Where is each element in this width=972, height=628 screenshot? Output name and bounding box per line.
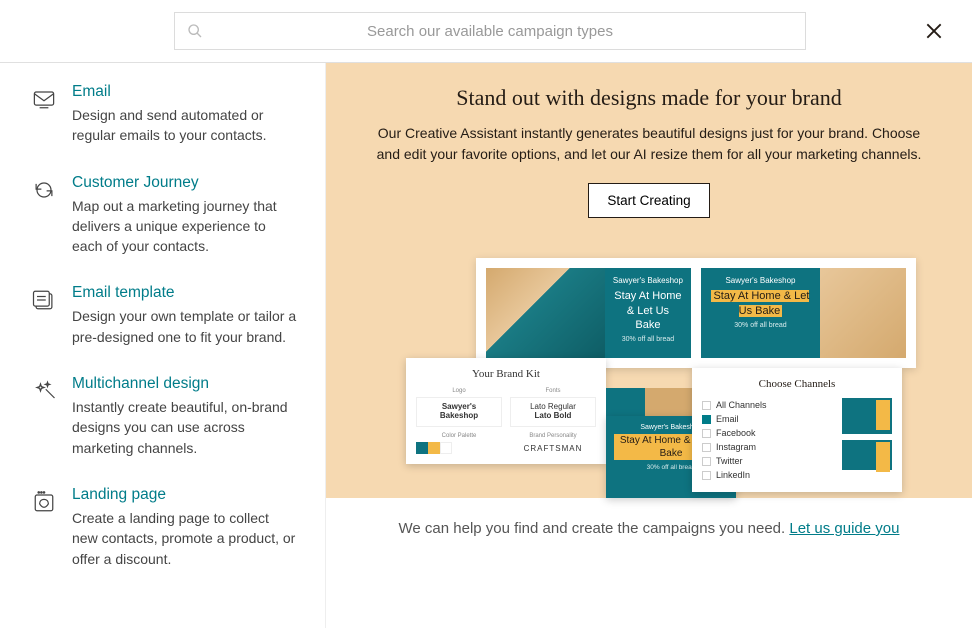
refresh-icon: [30, 174, 58, 257]
channel-item[interactable]: Instagram: [702, 440, 832, 454]
palette-label: Color Palette: [416, 433, 502, 439]
tile-headline: Stay At Home & Let Us Bake: [709, 289, 812, 318]
channel-item[interactable]: All Channels: [702, 398, 832, 412]
sidebar-item-email[interactable]: Email Design and send automated or regul…: [30, 83, 307, 146]
channel-item[interactable]: Facebook: [702, 426, 832, 440]
top-bar: [0, 0, 972, 63]
channel-list: All Channels Email Facebook Instagram Tw…: [702, 398, 832, 482]
start-creating-button[interactable]: Start Creating: [588, 183, 709, 218]
sidebar-item-multichannel-design[interactable]: Multichannel design Instantly create bea…: [30, 375, 307, 458]
tile-brand: Sawyer's Bakeshop: [613, 276, 683, 286]
channels-title: Choose Channels: [702, 378, 892, 390]
tile-image: [486, 268, 605, 358]
tile-headline: Stay At Home & Let Us Bake: [613, 289, 683, 332]
logo-preview: Sawyer's Bakeshop: [416, 397, 502, 427]
channel-thumb: [842, 440, 892, 470]
main-area: Email Design and send automated or regul…: [0, 63, 972, 628]
sidebar-item-title: Customer Journey: [72, 174, 297, 192]
design-tile-b: Sawyer's Bakeshop Stay At Home & Let Us …: [701, 268, 906, 358]
channel-item[interactable]: LinkedIn: [702, 468, 832, 482]
sidebar-item-customer-journey[interactable]: Customer Journey Map out a marketing jou…: [30, 174, 307, 257]
channel-item[interactable]: Email: [702, 412, 832, 426]
tile-image: [820, 268, 906, 358]
choose-channels-panel: Choose Channels All Channels Email Faceb…: [692, 368, 902, 492]
tile-brand: Sawyer's Bakeshop: [709, 276, 812, 286]
hero-title: Stand out with designs made for your bra…: [366, 85, 932, 111]
guide-link[interactable]: Let us guide you: [789, 520, 899, 537]
design-tile-a: Sawyer's Bakeshop Stay At Home & Let Us …: [486, 268, 691, 358]
sidebar-item-title: Multichannel design: [72, 375, 297, 393]
sidebar-item-landing-page[interactable]: Landing page Create a landing page to co…: [30, 486, 307, 569]
design-preview-card: Sawyer's Bakeshop Stay At Home & Let Us …: [476, 258, 916, 368]
personality-label: Brand Personality: [510, 433, 596, 439]
personality-value: CRAFTSMAN: [510, 442, 596, 453]
envelope-icon: [30, 83, 58, 146]
footer-text: We can help you find and create the camp…: [399, 520, 790, 537]
content-pane: Stand out with designs made for your bra…: [326, 63, 972, 628]
sidebar-item-desc: Design your own template or tailor a pre…: [72, 306, 297, 347]
hero-section: Stand out with designs made for your bra…: [326, 63, 972, 498]
hero-description: Our Creative Assistant instantly generat…: [369, 123, 929, 165]
landing-page-icon: [30, 486, 58, 569]
sidebar-item-email-template[interactable]: Email template Design your own template …: [30, 284, 307, 347]
campaign-type-sidebar: Email Design and send automated or regul…: [0, 63, 326, 628]
close-button[interactable]: [920, 17, 948, 45]
brandkit-title: Your Brand Kit: [416, 368, 596, 380]
channel-thumb: [842, 398, 892, 434]
channel-thumbs: [842, 398, 892, 482]
sidebar-item-title: Landing page: [72, 486, 297, 504]
close-icon: [924, 21, 944, 41]
search-wrapper: [174, 12, 806, 50]
channel-item[interactable]: Twitter: [702, 454, 832, 468]
fonts-preview: Lato Regular Lato Bold: [510, 397, 596, 427]
sidebar-item-desc: Create a landing page to collect new con…: [72, 508, 297, 569]
sidebar-item-desc: Design and send automated or regular ema…: [72, 105, 297, 146]
logo-label: Logo: [416, 388, 502, 394]
brand-kit-panel: Your Brand Kit Logo Sawyer's Bakeshop Fo…: [406, 358, 606, 464]
footer-help: We can help you find and create the camp…: [326, 498, 972, 559]
magic-wand-icon: [30, 375, 58, 458]
template-icon: [30, 284, 58, 347]
preview-collage: Sawyer's Bakeshop Stay At Home & Let Us …: [366, 258, 932, 498]
sidebar-item-title: Email: [72, 83, 297, 101]
tile-sub: 30% off all bread: [709, 321, 812, 330]
search-icon: [187, 23, 203, 39]
search-box[interactable]: [174, 12, 806, 50]
search-input[interactable]: [187, 23, 793, 40]
sidebar-item-desc: Instantly create beautiful, on-brand des…: [72, 397, 297, 458]
sidebar-item-desc: Map out a marketing journey that deliver…: [72, 196, 297, 257]
fonts-label: Fonts: [510, 388, 596, 394]
sidebar-item-title: Email template: [72, 284, 297, 302]
color-palette: [416, 442, 502, 454]
tile-sub: 30% off all bread: [613, 335, 683, 344]
